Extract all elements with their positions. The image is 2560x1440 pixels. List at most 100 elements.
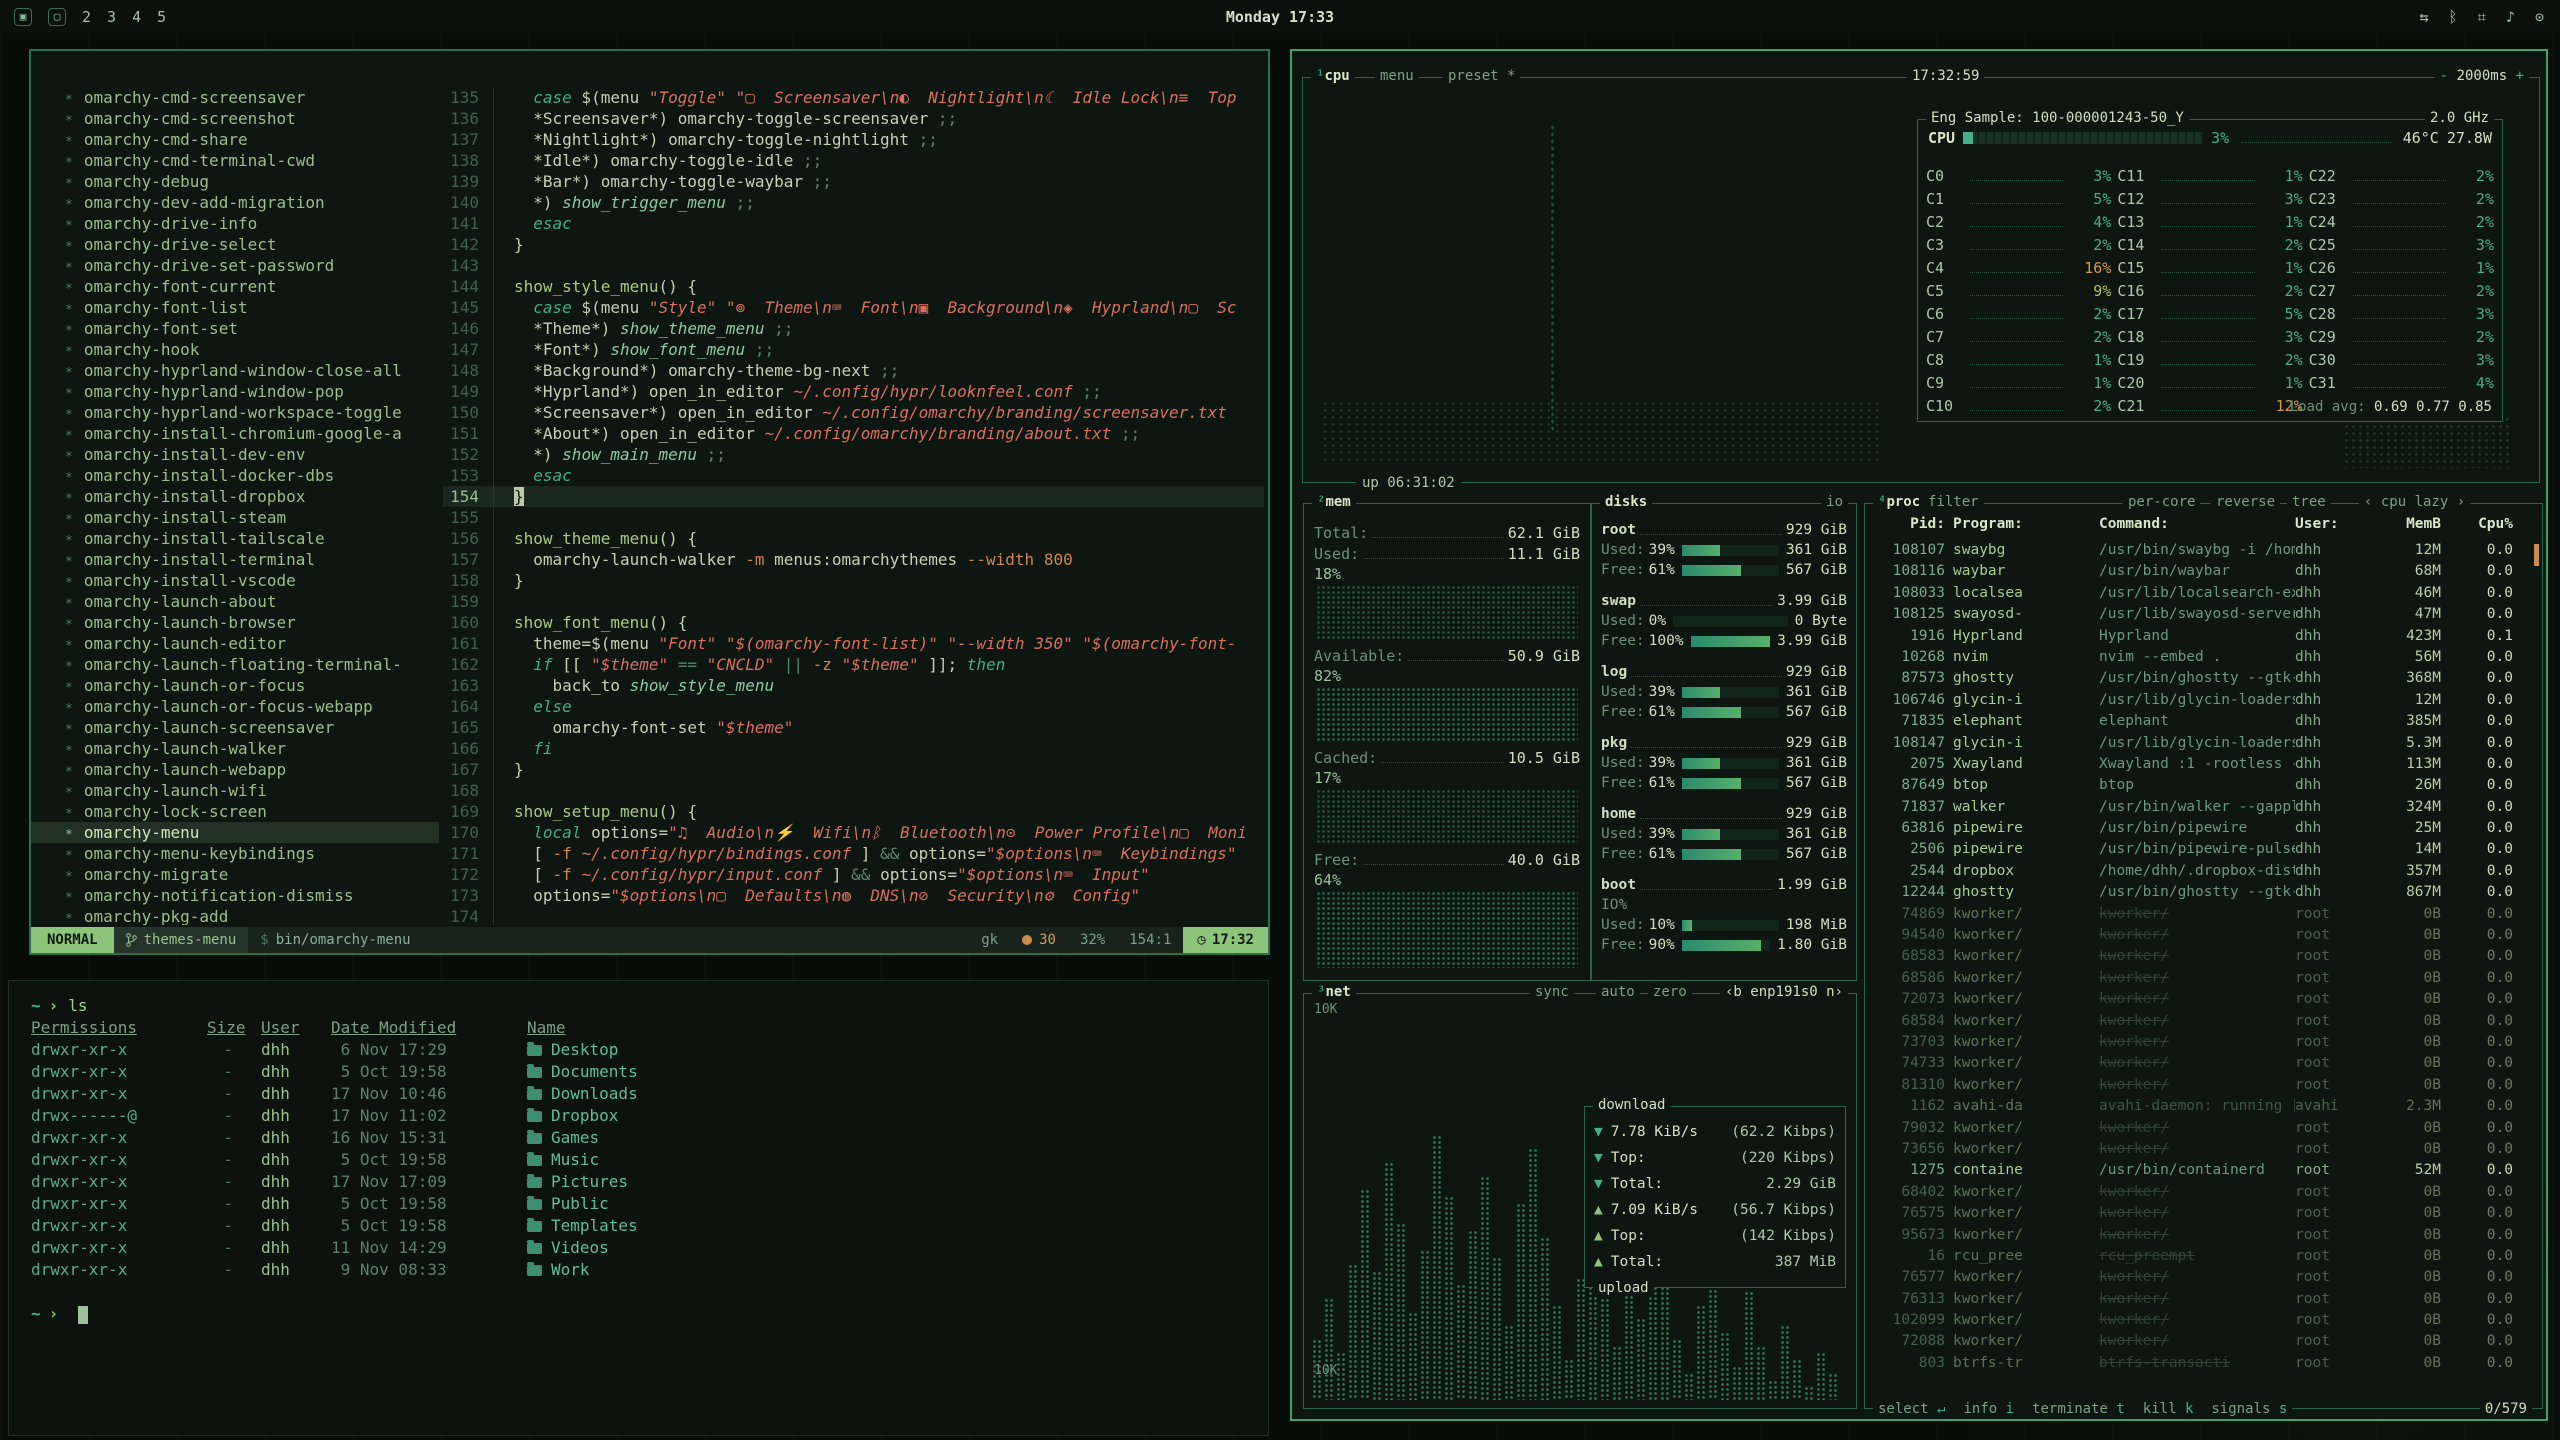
- process-row[interactable]: 1162avahi-daavahi-daemon: running [avahi…: [1865, 1096, 2528, 1117]
- process-table-header[interactable]: Pid:Program:Command:User:MemBCpu%: [1865, 514, 2528, 535]
- process-row[interactable]: 94540kworker/kworker/root0B0.0: [1865, 925, 2528, 946]
- file-tree-item[interactable]: ∗omarchy-launch-browser: [31, 612, 439, 633]
- process-row[interactable]: 68584kworker/kworker/root0B0.0: [1865, 1011, 2528, 1032]
- process-row[interactable]: 108147glycin-i/usr/lib/glycin-loadersdhh…: [1865, 733, 2528, 754]
- menu-button[interactable]: menu: [1375, 68, 1419, 84]
- file-tree[interactable]: ∗omarchy-cmd-screensaver∗omarchy-cmd-scr…: [31, 87, 439, 925]
- proc-action-signals[interactable]: signals s: [2211, 1401, 2287, 1417]
- file-tree-item[interactable]: ∗omarchy-drive-set-password: [31, 255, 439, 276]
- file-tree-item[interactable]: ∗omarchy-font-set: [31, 318, 439, 339]
- proc-action-terminate[interactable]: terminate t: [2032, 1401, 2125, 1417]
- process-row[interactable]: 87573ghostty/usr/bin/ghostty --gtk-dhh36…: [1865, 668, 2528, 689]
- volume-icon[interactable]: ♪: [2506, 8, 2515, 26]
- system-tray[interactable]: ⇆ᛒ⌗♪⊙: [2419, 8, 2560, 26]
- workspace-5[interactable]: 5: [157, 8, 166, 26]
- process-row[interactable]: 76575kworker/kworker/root0B0.0: [1865, 1203, 2528, 1224]
- file-tree-item[interactable]: ∗omarchy-install-vscode: [31, 570, 439, 591]
- file-tree-item[interactable]: ∗omarchy-cmd-share: [31, 129, 439, 150]
- process-row[interactable]: 73703kworker/kworker/root0B0.0: [1865, 1032, 2528, 1053]
- network-icon[interactable]: ⌗: [2477, 8, 2485, 26]
- file-tree-item[interactable]: ∗omarchy-install-steam: [31, 507, 439, 528]
- file-tree-item[interactable]: ∗omarchy-launch-floating-terminal-: [31, 654, 439, 675]
- process-row[interactable]: 71837walker/usr/bin/walker --gappldhh324…: [1865, 797, 2528, 818]
- process-row[interactable]: 71835elephantelephantdhh385M0.0: [1865, 711, 2528, 732]
- per-core-button[interactable]: per-core: [2123, 494, 2200, 510]
- workspaces[interactable]: ▣▢2345: [0, 8, 166, 26]
- file-tree-item[interactable]: ∗omarchy-install-docker-dbs: [31, 465, 439, 486]
- file-tree-item[interactable]: ∗omarchy-launch-webapp: [31, 759, 439, 780]
- process-row[interactable]: 87649btopbtopdhh26M0.0: [1865, 775, 2528, 796]
- file-tree-item[interactable]: ∗omarchy-launch-wifi: [31, 780, 439, 801]
- proc-action-select[interactable]: select ↵: [1878, 1401, 1945, 1417]
- process-row[interactable]: 1275containe/usr/bin/containerdroot52M0.…: [1865, 1160, 2528, 1181]
- file-tree-item[interactable]: ∗omarchy-launch-editor: [31, 633, 439, 654]
- preset-button[interactable]: preset *: [1443, 68, 1520, 84]
- screen-icon[interactable]: ▢: [48, 8, 66, 26]
- proc-action-kill[interactable]: kill k: [2143, 1401, 2194, 1417]
- file-tree-item[interactable]: ∗omarchy-launch-or-focus-webapp: [31, 696, 439, 717]
- file-tree-item[interactable]: ∗omarchy-hyprland-window-close-all: [31, 360, 439, 381]
- file-tree-item[interactable]: ∗omarchy-drive-select: [31, 234, 439, 255]
- code-area[interactable]: 135 case $(menu "Toggle" "▢ Screensaver\…: [443, 87, 1264, 925]
- process-row[interactable]: 79032kworker/kworker/root0B0.0: [1865, 1118, 2528, 1139]
- proc-action-info[interactable]: info i: [1963, 1401, 2014, 1417]
- file-tree-item[interactable]: ∗omarchy-install-tailscale: [31, 528, 439, 549]
- interface-selector[interactable]: ‹b enp191s0 n›: [1720, 984, 1848, 1000]
- process-row[interactable]: 102099kworker/kworker/root0B0.0: [1865, 1310, 2528, 1331]
- workspace-4[interactable]: 4: [132, 8, 141, 26]
- filter-button[interactable]: filter: [1923, 494, 1984, 510]
- file-tree-item[interactable]: ∗omarchy-hyprland-window-pop: [31, 381, 439, 402]
- file-tree-item[interactable]: ∗omarchy-pkg-add: [31, 906, 439, 925]
- process-row[interactable]: 12244ghostty/usr/bin/ghostty --gtk-dhh86…: [1865, 882, 2528, 903]
- screencast-icon[interactable]: ⇆: [2419, 8, 2428, 26]
- file-tree-item[interactable]: ∗omarchy-cmd-screenshot: [31, 108, 439, 129]
- file-tree-item[interactable]: ∗omarchy-launch-screensaver: [31, 717, 439, 738]
- proc-scrollbar-thumb[interactable]: [2534, 544, 2539, 566]
- terminal-window[interactable]: ~›lsPermissionsSizeUserDate ModifiedName…: [8, 980, 1269, 1436]
- process-row[interactable]: 108033localsea/usr/lib/localsearch-exdhh…: [1865, 583, 2528, 604]
- file-tree-item[interactable]: ∗omarchy-install-terminal: [31, 549, 439, 570]
- file-tree-item[interactable]: ∗omarchy-dev-add-migration: [31, 192, 439, 213]
- process-row[interactable]: 95673kworker/kworker/root0B0.0: [1865, 1225, 2528, 1246]
- file-tree-item[interactable]: ∗omarchy-menu: [31, 822, 439, 843]
- process-row[interactable]: 803btrfs-trbtrfs-transactiroot0B0.0: [1865, 1353, 2528, 1374]
- process-row[interactable]: 108116waybar/usr/bin/waybardhh68M0.0: [1865, 561, 2528, 582]
- file-tree-item[interactable]: ∗omarchy-migrate: [31, 864, 439, 885]
- process-row[interactable]: 108125swayosd-/usr/lib/swayosd-serverdhh…: [1865, 604, 2528, 625]
- file-tree-item[interactable]: ∗omarchy-cmd-terminal-cwd: [31, 150, 439, 171]
- process-row[interactable]: 68402kworker/kworker/root0B0.0: [1865, 1182, 2528, 1203]
- process-row[interactable]: 106746glycin-i/usr/lib/glycin-loadersdhh…: [1865, 690, 2528, 711]
- file-tree-item[interactable]: ∗omarchy-launch-or-focus: [31, 675, 439, 696]
- process-row[interactable]: 76313kworker/kworker/root0B0.0: [1865, 1289, 2528, 1310]
- auto-button[interactable]: auto: [1596, 984, 1640, 1000]
- process-row[interactable]: 73656kworker/kworker/root0B0.0: [1865, 1139, 2528, 1160]
- file-tree-item[interactable]: ∗omarchy-hyprland-workspace-toggle: [31, 402, 439, 423]
- process-row[interactable]: 74869kworker/kworker/root0B0.0: [1865, 904, 2528, 925]
- file-tree-item[interactable]: ∗omarchy-hook: [31, 339, 439, 360]
- file-tree-item[interactable]: ∗omarchy-lock-screen: [31, 801, 439, 822]
- io-mode-button[interactable]: io: [1821, 494, 1848, 510]
- process-row[interactable]: 72088kworker/kworker/root0B0.0: [1865, 1331, 2528, 1352]
- process-row[interactable]: 2544dropbox/home/dhh/.dropbox-distdhh357…: [1865, 861, 2528, 882]
- update-interval[interactable]: - 2000ms +: [2435, 68, 2529, 84]
- power-icon[interactable]: ⊙: [2535, 8, 2544, 26]
- process-row[interactable]: 10268nvimnvim --embed .dhh56M0.0: [1865, 647, 2528, 668]
- process-row[interactable]: 72073kworker/kworker/root0B0.0: [1865, 989, 2528, 1010]
- file-tree-item[interactable]: ∗omarchy-font-current: [31, 276, 439, 297]
- process-row[interactable]: 68586kworker/kworker/root0B0.0: [1865, 968, 2528, 989]
- file-tree-item[interactable]: ∗omarchy-cmd-screensaver: [31, 87, 439, 108]
- zero-button[interactable]: zero: [1648, 984, 1692, 1000]
- file-tree-item[interactable]: ∗omarchy-launch-about: [31, 591, 439, 612]
- file-tree-item[interactable]: ∗omarchy-drive-info: [31, 213, 439, 234]
- process-row[interactable]: 2506pipewire/usr/bin/pipewire-pulsedhh14…: [1865, 839, 2528, 860]
- process-row[interactable]: 108107swaybg/usr/bin/swaybg -i /homdhh12…: [1865, 540, 2528, 561]
- reverse-button[interactable]: reverse: [2211, 494, 2280, 510]
- process-row[interactable]: 63816pipewire/usr/bin/pipewiredhh25M0.0: [1865, 818, 2528, 839]
- process-row[interactable]: 1916HyprlandHyprlanddhh423M0.1: [1865, 626, 2528, 647]
- file-tree-item[interactable]: ∗omarchy-install-dropbox: [31, 486, 439, 507]
- workspace-2[interactable]: 2: [82, 8, 91, 26]
- sync-button[interactable]: sync: [1530, 984, 1574, 1000]
- file-tree-item[interactable]: ∗omarchy-notification-dismiss: [31, 885, 439, 906]
- file-tree-item[interactable]: ∗omarchy-install-dev-env: [31, 444, 439, 465]
- prompt-line[interactable]: ~›: [31, 1303, 1246, 1325]
